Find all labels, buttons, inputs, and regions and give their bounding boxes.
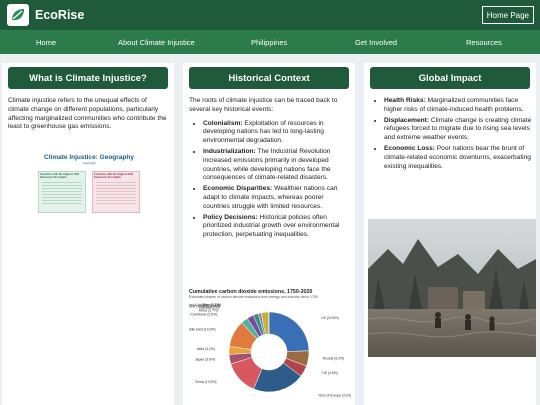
pie-label: Latin America & Caribbean (2.8%) bbox=[189, 313, 217, 317]
nav-philippines[interactable]: Philippines bbox=[251, 38, 287, 47]
nav-home[interactable]: Home bbox=[36, 38, 56, 47]
intro-text: Climate injustice refers to the unequal … bbox=[8, 97, 167, 131]
list-item: Economic Loss: Poor nations bear the bru… bbox=[384, 145, 532, 171]
emissions-pie-chart: US (24.6%) Russia (6.2%) UK (4.6%) Rest of … bbox=[189, 303, 351, 397]
card-title: Historical Context bbox=[189, 67, 349, 89]
list-item: Colonialism: Exploitation of resources i… bbox=[203, 120, 351, 146]
main-nav: Home About Climate Injustice Philippines… bbox=[0, 30, 540, 54]
infographic-subtitle: Copyright bbox=[82, 161, 96, 165]
brand-name[interactable]: EcoRise bbox=[35, 8, 84, 22]
historical-events-list: Colonialism: Exploitation of resources i… bbox=[187, 120, 351, 240]
site-header: EcoRise Home Page bbox=[0, 0, 540, 30]
emissions-chart-figure: Cumulative carbon dioxide emissions, 175… bbox=[189, 289, 351, 400]
list-item: Displacement: Climate change is creating… bbox=[384, 117, 532, 143]
pie-label: India (3.2%) bbox=[197, 347, 215, 351]
geography-infographic: Climate Injustice: Geography Copyright C… bbox=[34, 154, 144, 220]
pie-label: Russia (6.2%) bbox=[323, 357, 344, 361]
list-item: Policy Decisions: Historical policies of… bbox=[203, 214, 351, 240]
pie-label: Rest of Asia & Middle East (10.9%) bbox=[189, 328, 216, 332]
pie-label: US (24.6%) bbox=[321, 316, 339, 320]
pie-label: UK (4.6%) bbox=[322, 371, 338, 375]
pie-label: Japan (3.9%) bbox=[195, 357, 215, 361]
nav-resources[interactable]: Resources bbox=[466, 38, 502, 47]
card-global-impact: Global Impact Health Risks: Marginalized… bbox=[364, 63, 536, 405]
pie-slice-us bbox=[268, 311, 310, 352]
nav-about-climate-injustice[interactable]: About Climate Injustice bbox=[118, 38, 195, 47]
impact-list: Health Risks: Marginalized communities f… bbox=[368, 97, 532, 171]
list-item: Industrialization: The Industrial Revolu… bbox=[203, 148, 351, 183]
flood-photo bbox=[368, 219, 536, 357]
card-what-is-climate-injustice: What is Climate Injustice? Climate injus… bbox=[2, 63, 174, 405]
infographic-panel-left: Countries with the Highest CO2 Emissions… bbox=[38, 171, 86, 213]
leaf-logo-icon[interactable] bbox=[7, 4, 29, 26]
list-item: Economic Disparities: Wealthier nations … bbox=[203, 185, 351, 211]
chart-subtitle: Estimated shares of carbon dioxide emiss… bbox=[189, 295, 318, 299]
nav-get-involved[interactable]: Get Involved bbox=[355, 38, 397, 47]
infographic-panel-left-heading: Countries with the Highest CO2 Emissions… bbox=[40, 173, 79, 179]
card-historical-context: Historical Context The roots of climate … bbox=[183, 63, 355, 405]
pie-label: China (13.9%) bbox=[195, 380, 217, 384]
infographic-panel-right: Countries with the Highest CO2 Emissions… bbox=[92, 171, 140, 213]
pie-label: Other (0.1%) bbox=[202, 303, 221, 307]
historical-intro: The roots of climate injustice can be tr… bbox=[189, 97, 338, 113]
home-page-button[interactable]: Home Page bbox=[481, 6, 534, 24]
infographic-panel-right-heading: Countries with the Highest CO2 Emissions… bbox=[94, 173, 133, 179]
list-item: Health Risks: Marginalized communities f… bbox=[384, 97, 532, 115]
card-title: What is Climate Injustice? bbox=[8, 67, 168, 89]
infographic-title: Climate Injustice: Geography bbox=[44, 154, 134, 161]
pie-label: Rest of Europe (21%) bbox=[319, 393, 351, 397]
card-title: Global Impact bbox=[370, 67, 530, 89]
